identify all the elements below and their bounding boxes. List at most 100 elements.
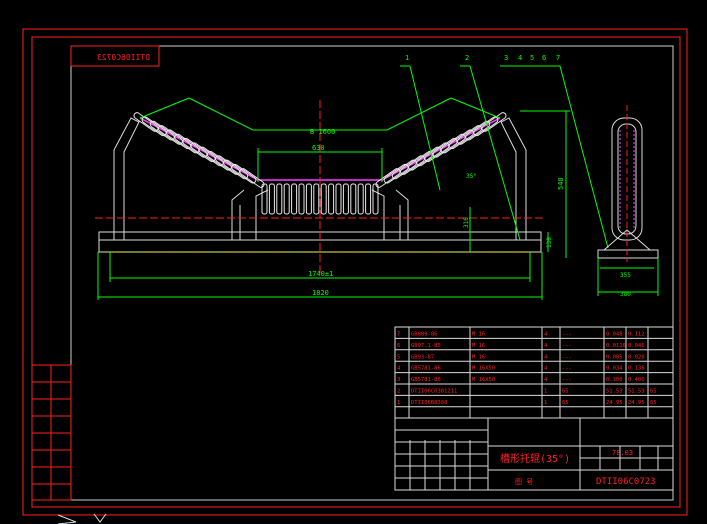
center-roller-disc (365, 183, 372, 215)
left-strip (31, 364, 72, 501)
balloon-label: 3 (504, 54, 508, 62)
parts-list-cell: M 16 (472, 343, 485, 349)
parts-list-cell: 7 (397, 332, 400, 338)
parts-list-cell: GB5781-86 (411, 366, 441, 372)
parts-list-cell: 0.100 (606, 377, 623, 383)
parts-list-cell: GB5781-86 (411, 377, 441, 383)
overall-height-label: 548 (557, 177, 565, 190)
balloon-label: 2 (465, 54, 469, 62)
parts-list-cell: 65 (650, 400, 657, 406)
title-block: 槽形托辊(35°) 78.03 DTII06C0723 图 号 (394, 417, 674, 491)
parts-list-cell: --- (562, 377, 572, 383)
right-bracket (500, 117, 527, 240)
parts-list-cell: 0.005 (606, 354, 623, 360)
side-width-inner-label: 355 (620, 272, 631, 279)
center-roller-disc (335, 183, 342, 215)
parts-list-cell: 6 (397, 343, 400, 349)
parts-list: 7 GB889-86 M 16 4 --- 0.048 0.112 6 GB97.1-85 M 1… (394, 326, 674, 419)
part-name: 槽形托辊(35°) (500, 452, 570, 465)
side-height-label: 316 (463, 217, 470, 228)
center-roller-disc (283, 183, 290, 215)
center-roller-disc (320, 183, 327, 215)
drawing-number-mirrored: DTII06C0723 (97, 53, 150, 62)
parts-list-cell: 1 (544, 400, 547, 406)
parts-list-cell: 65 (562, 400, 569, 406)
balloon-label: 4 (518, 54, 522, 62)
balloon-label: 7 (556, 54, 560, 62)
parts-list-cell: 4 (397, 366, 401, 372)
front-view: B 1600 630 35° 548 316 130 1740±1 1820 1… (95, 54, 609, 300)
left-wing-roller (133, 112, 265, 188)
parts-list-cell: GB889-86 (411, 332, 438, 338)
angle-label: 35° (466, 173, 477, 180)
parts-list-cell: 3 (397, 377, 400, 383)
side-width-outer-label: 380 (620, 291, 631, 298)
parts-list-cell: 4 (544, 354, 548, 360)
parts-list-cell: 2 (397, 389, 400, 395)
parts-list-cell: DTII06B8308 (411, 400, 447, 406)
parts-list-cell: 0.020 (628, 354, 645, 360)
center-roller-disc (328, 183, 335, 215)
parts-list-cell: 4 (544, 332, 548, 338)
parts-list-cell: 51.53 (628, 389, 645, 395)
parts-list-cell: 4 (544, 343, 548, 349)
overall-length-label: 1820 (312, 289, 329, 297)
inner-frame (31, 36, 681, 508)
center-width-label: 630 (312, 144, 325, 152)
parts-list-cell: 1 (544, 389, 547, 395)
parts-list-cell: 0.034 (606, 366, 623, 372)
drawing-number: DTII06C0723 (596, 477, 656, 487)
parts-list-cell: M 16X50 (472, 366, 495, 372)
inner-length-label: 1740±1 (308, 270, 333, 278)
balloon-label: 6 (542, 54, 546, 62)
parts-list-cell: --- (562, 343, 572, 349)
right-wing-roller (375, 112, 507, 188)
parts-list-cell: 5 (397, 354, 400, 360)
center-roller-disc (372, 183, 379, 215)
cad-drawing-canvas: DTII06C0723 B 1600 630 35° 548 316 130 1… (22, 28, 688, 524)
parts-list-cell: 0.112 (628, 332, 645, 338)
weight-value: 78.03 (612, 449, 633, 457)
parts-list-cell: M 16X50 (472, 377, 495, 383)
parts-list-cell: 24.95 (628, 400, 645, 406)
parts-list-cell: 24.95 (606, 400, 623, 406)
center-roller-disc (350, 183, 357, 215)
parts-list-cell: 0.048 (606, 332, 623, 338)
center-roller-disc (291, 183, 298, 215)
center-roller-disc (305, 183, 312, 215)
belt-width-label: B 1600 (310, 128, 335, 136)
parts-list-cell: M 16 (472, 354, 485, 360)
small-height-label: 130 (546, 237, 553, 248)
side-view: 355 380 (597, 105, 659, 298)
parts-list-cell: 1 (397, 400, 400, 406)
drawing-remark: 图 号 (515, 478, 533, 486)
center-roller-disc (313, 183, 320, 215)
drawing-border (70, 45, 674, 501)
parts-list-cell: 4 (544, 366, 548, 372)
parts-list-cell: --- (562, 366, 572, 372)
parts-list-cell: 0.400 (628, 377, 645, 383)
parts-list-cell: GB93-87 (411, 354, 434, 360)
parts-list-cell: --- (562, 354, 572, 360)
left-bracket (113, 117, 140, 240)
balloon-label: 1 (405, 54, 409, 62)
parts-list-cell: M 16 (472, 332, 485, 338)
outer-frame (22, 28, 688, 516)
parts-list-cell: 0.046 (628, 343, 645, 349)
parts-list-cell: 4 (544, 377, 548, 383)
parts-list-cell: 65 (650, 389, 657, 395)
parts-list-cell: 0.136 (628, 366, 645, 372)
center-roller-disc (276, 183, 283, 215)
center-roller-disc (268, 183, 275, 215)
center-roller-disc (357, 183, 364, 215)
parts-list-cell: 51.53 (606, 389, 623, 395)
parts-list-cell: 0.0116 (606, 343, 626, 349)
center-roller-disc (342, 183, 349, 215)
balloon-label: 5 (530, 54, 534, 62)
parts-list-cell: --- (562, 332, 572, 338)
parts-list-cell: DTII06C0301211 (411, 389, 457, 395)
center-roller-disc (261, 183, 268, 215)
center-roller-disc (298, 183, 305, 215)
parts-list-cell: 65 (562, 389, 569, 395)
parts-list-cell: GB97.1-85 (411, 343, 441, 349)
